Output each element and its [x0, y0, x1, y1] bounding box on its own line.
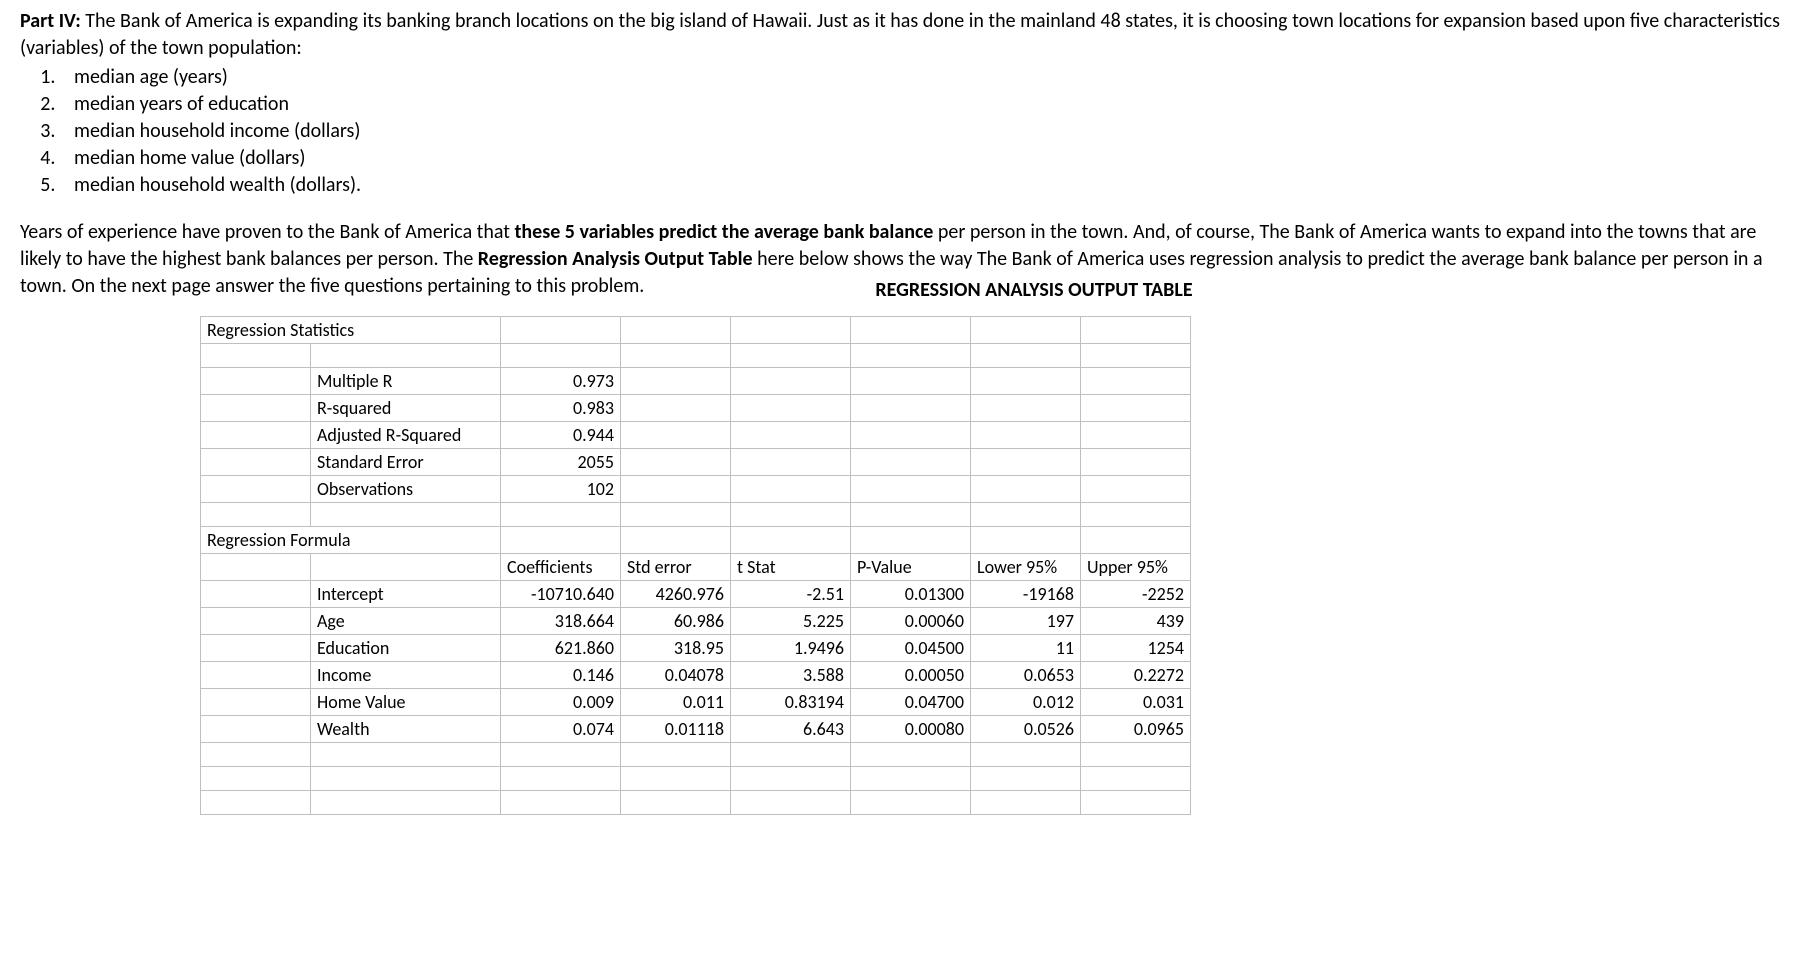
- formula-header: Regression Formula: [201, 527, 501, 554]
- cell: 0.0526: [971, 716, 1081, 743]
- part-label: Part IV:: [20, 9, 81, 33]
- cell: 0.01300: [851, 581, 971, 608]
- row-label: Wealth: [311, 716, 501, 743]
- row-label: Home Value: [311, 689, 501, 716]
- table-row: R-squared0.983: [201, 395, 1191, 422]
- table-row: Multiple R0.973: [201, 368, 1191, 395]
- cell: 1.9496: [731, 635, 851, 662]
- table-row: Regression Formula: [201, 527, 1191, 554]
- cell: 0.012: [971, 689, 1081, 716]
- stat-label: Standard Error: [311, 449, 501, 476]
- cell: 0.04500: [851, 635, 971, 662]
- table-row: Home Value0.0090.0110.831940.047000.0120…: [201, 689, 1191, 716]
- cell: 3.588: [731, 662, 851, 689]
- col-header: Std error: [621, 554, 731, 581]
- row-label: Education: [311, 635, 501, 662]
- stat-label: Observations: [311, 476, 501, 503]
- cell: 0.2272: [1081, 662, 1191, 689]
- table-row: [201, 503, 1191, 527]
- cell: 0.031: [1081, 689, 1191, 716]
- table-row: [201, 344, 1191, 368]
- cell: 197: [971, 608, 1081, 635]
- row-label: Intercept: [311, 581, 501, 608]
- cell: 0.04700: [851, 689, 971, 716]
- cell: 0.0965: [1081, 716, 1191, 743]
- cell: 318.95: [621, 635, 731, 662]
- para2-bold2: Regression Analysis Output Table: [478, 247, 753, 271]
- stat-value: 2055: [501, 449, 621, 476]
- cell: -2252: [1081, 581, 1191, 608]
- table-row: Regression Statistics: [201, 317, 1191, 344]
- cell: 60.986: [621, 608, 731, 635]
- col-header: P-Value: [851, 554, 971, 581]
- cell: 0.00080: [851, 716, 971, 743]
- list-item: median household income (dollars): [60, 118, 1788, 145]
- cell: 0.011: [621, 689, 731, 716]
- cell: -19168: [971, 581, 1081, 608]
- cell: 0.146: [501, 662, 621, 689]
- table-row: Observations102: [201, 476, 1191, 503]
- cell: 0.04078: [621, 662, 731, 689]
- stat-label: Multiple R: [311, 368, 501, 395]
- table-row: Education621.860318.951.94960.0450011125…: [201, 635, 1191, 662]
- stat-value: 0.944: [501, 422, 621, 449]
- cell: 0.00050: [851, 662, 971, 689]
- table-row: Standard Error2055: [201, 449, 1191, 476]
- intro-text: The Bank of America is expanding its ban…: [20, 9, 1780, 60]
- row-label: Income: [311, 662, 501, 689]
- cell: 0.01118: [621, 716, 731, 743]
- col-header: t Stat: [731, 554, 851, 581]
- cell: 1254: [1081, 635, 1191, 662]
- para2-bold1: these 5 variables predict the average ba…: [515, 220, 934, 244]
- table-row: [201, 743, 1191, 767]
- cell: 0.0653: [971, 662, 1081, 689]
- col-header: Coefficients: [501, 554, 621, 581]
- stat-value: 0.973: [501, 368, 621, 395]
- intro-paragraph: Part IV: The Bank of America is expandin…: [20, 8, 1788, 62]
- cell: 6.643: [731, 716, 851, 743]
- list-item: median household wealth (dollars).: [60, 172, 1788, 199]
- cell: 11: [971, 635, 1081, 662]
- cell: 0.074: [501, 716, 621, 743]
- list-item: median age (years): [60, 64, 1788, 91]
- stat-label: R-squared: [311, 395, 501, 422]
- stats-header: Regression Statistics: [201, 317, 501, 344]
- table-row: Income0.1460.040783.5880.000500.06530.22…: [201, 662, 1191, 689]
- cell: 0.00060: [851, 608, 971, 635]
- table-row: Adjusted R-Squared0.944: [201, 422, 1191, 449]
- stat-label: Adjusted R-Squared: [311, 422, 501, 449]
- cell: 0.83194: [731, 689, 851, 716]
- table-row: Age318.66460.9865.2250.00060197439: [201, 608, 1191, 635]
- stat-value: 102: [501, 476, 621, 503]
- cell: 318.664: [501, 608, 621, 635]
- cell: -2.51: [731, 581, 851, 608]
- col-header: Lower 95%: [971, 554, 1081, 581]
- para2-seg1: Years of experience have proven to the B…: [20, 220, 515, 244]
- regression-table: Regression Statistics Multiple R0.973 R-…: [200, 316, 1191, 815]
- table-row: Wealth0.0740.011186.6430.000800.05260.09…: [201, 716, 1191, 743]
- col-header: Upper 95%: [1081, 554, 1191, 581]
- cell: 0.009: [501, 689, 621, 716]
- cell: 621.860: [501, 635, 621, 662]
- cell: 5.225: [731, 608, 851, 635]
- table-row: [201, 767, 1191, 791]
- cell: 4260.976: [621, 581, 731, 608]
- row-label: Age: [311, 608, 501, 635]
- stat-value: 0.983: [501, 395, 621, 422]
- table-row: Intercept-10710.6404260.976-2.510.01300-…: [201, 581, 1191, 608]
- cell: -10710.640: [501, 581, 621, 608]
- table-row: Coefficients Std error t Stat P-Value Lo…: [201, 554, 1191, 581]
- variables-list: median age (years) median years of educa…: [20, 64, 1788, 199]
- list-item: median home value (dollars): [60, 145, 1788, 172]
- table-row: [201, 791, 1191, 815]
- list-item: median years of education: [60, 91, 1788, 118]
- cell: 439: [1081, 608, 1191, 635]
